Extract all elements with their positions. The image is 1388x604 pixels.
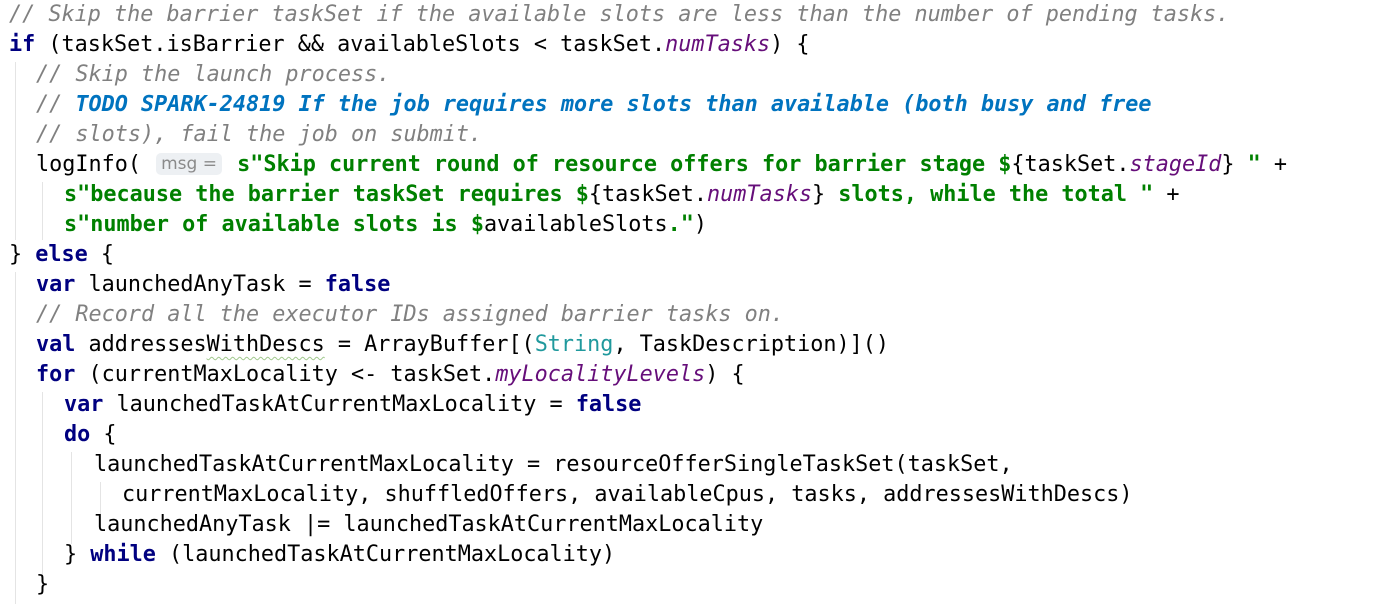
code-token: launchedAnyTask =	[75, 272, 325, 297]
code-token: launchedAnyTask |= launchedTaskAtCurrent…	[94, 512, 764, 537]
code-token: addresses	[75, 332, 207, 357]
code-token: availableSlots	[483, 212, 668, 237]
code-token: }	[9, 242, 36, 267]
code-token: // Skip the launch process.	[36, 62, 391, 87]
code-token: launchedTaskAtCurrentMaxLocality = resou…	[94, 452, 1013, 477]
code-token: }	[36, 572, 50, 597]
code-line[interactable]: for (currentMaxLocality <- taskSet.myLoc…	[36, 360, 745, 390]
code-line[interactable]: s"because the barrier taskSet requires $…	[64, 180, 1179, 210]
code-token: ) {	[705, 362, 745, 387]
code-line[interactable]: // Skip the launch process.	[36, 60, 390, 90]
code-line[interactable]: var launchedTaskAtCurrentMaxLocality = f…	[64, 390, 641, 420]
code-token: +	[1153, 182, 1180, 207]
indent-guide	[42, 392, 43, 574]
code-line[interactable]: } else {	[9, 240, 114, 270]
code-token: +	[1260, 152, 1287, 177]
code-token: )	[693, 212, 708, 237]
code-token: false	[324, 272, 391, 297]
code-line[interactable]: // Skip the barrier taskSet if the avail…	[9, 0, 1229, 30]
code-token: do	[64, 422, 91, 447]
code-token: (currentMaxLocality <- taskSet.	[75, 362, 496, 387]
code-token: $	[998, 152, 1012, 177]
code-token: $	[575, 182, 589, 207]
code-editor[interactable]: // Skip the barrier taskSet if the avail…	[0, 0, 1388, 604]
code-token: $	[470, 212, 484, 237]
code-token: //	[36, 92, 76, 117]
code-line[interactable]: val addressesWithDescs = ArrayBuffer[(St…	[36, 330, 889, 360]
code-line[interactable]: currentMaxLocality, shuffledOffers, avai…	[122, 480, 1132, 510]
code-token: WithDescs	[206, 332, 325, 357]
indent-guide	[15, 272, 16, 604]
code-line[interactable]: } while (launchedTaskAtCurrentMaxLocalit…	[64, 540, 615, 570]
indent-guide	[42, 182, 43, 240]
code-token: launchedTaskAtCurrentMaxLocality =	[103, 392, 576, 417]
code-token: // Skip the barrier taskSet if the avail…	[9, 2, 1230, 27]
code-token: {	[87, 242, 114, 267]
code-token: var	[64, 392, 104, 417]
code-line[interactable]: logInfo( msg = s"Skip current round of r…	[36, 150, 1287, 180]
code-token: var	[36, 272, 76, 297]
code-token: else	[35, 242, 88, 267]
code-token: logInfo(	[36, 152, 155, 177]
code-token: // slots), fail the job on submit.	[36, 122, 483, 147]
indent-guide	[71, 452, 72, 544]
code-token: while	[90, 542, 156, 567]
code-token: if	[9, 32, 36, 57]
code-token: val	[36, 332, 76, 357]
code-token: TODO SPARK-24819 If the job requires mor…	[75, 92, 1152, 117]
code-token: ) {	[770, 32, 810, 57]
code-token: slots, while the total "	[825, 182, 1154, 207]
code-token: "	[1234, 152, 1261, 177]
code-token: s"because the barrier taskSet requires	[64, 182, 576, 207]
code-token: numTasks	[707, 182, 813, 207]
code-token: (taskSet.isBarrier && availableSlots < t…	[35, 32, 666, 57]
parameter-hint: msg =	[156, 153, 222, 175]
code-line[interactable]: // Record all the executor IDs assigned …	[36, 300, 784, 330]
indent-guide	[15, 62, 16, 240]
code-token: {taskSet.	[588, 182, 708, 207]
code-token: for	[36, 362, 76, 387]
code-token: currentMaxLocality, shuffledOffers, avai…	[122, 482, 1133, 507]
code-token: s"number of available slots is	[64, 212, 471, 237]
code-token: s"Skip current round of resource offers …	[223, 152, 999, 177]
code-token: = ArrayBuffer[(	[324, 332, 535, 357]
code-token: (launchedTaskAtCurrentMaxLocality)	[155, 542, 616, 567]
code-line[interactable]: }	[36, 570, 49, 600]
code-token: ."	[667, 212, 694, 237]
code-token: }	[64, 542, 91, 567]
code-line[interactable]: var launchedAnyTask = false	[36, 270, 390, 300]
code-token: numTasks	[665, 32, 771, 57]
code-line[interactable]: // slots), fail the job on submit.	[36, 120, 482, 150]
code-token: {taskSet.	[1011, 152, 1130, 177]
code-token: false	[575, 392, 642, 417]
code-token: }	[812, 182, 826, 207]
code-line[interactable]: s"number of available slots is $availabl…	[64, 210, 707, 240]
code-line[interactable]: launchedTaskAtCurrentMaxLocality = resou…	[94, 450, 1013, 480]
code-token: stageId	[1129, 152, 1222, 177]
code-token: }	[1221, 152, 1235, 177]
code-token: {	[90, 422, 117, 447]
code-line[interactable]: launchedAnyTask |= launchedTaskAtCurrent…	[94, 510, 763, 540]
code-line[interactable]: // TODO SPARK-24819 If the job requires …	[36, 90, 1151, 120]
code-token: String	[534, 332, 614, 357]
code-line[interactable]: do {	[64, 420, 117, 450]
code-token: // Record all the executor IDs assigned …	[36, 302, 785, 327]
code-token: myLocalityLevels	[495, 362, 706, 387]
code-line[interactable]: if (taskSet.isBarrier && availableSlots …	[9, 30, 810, 60]
code-token: , TaskDescription)]()	[613, 332, 890, 357]
